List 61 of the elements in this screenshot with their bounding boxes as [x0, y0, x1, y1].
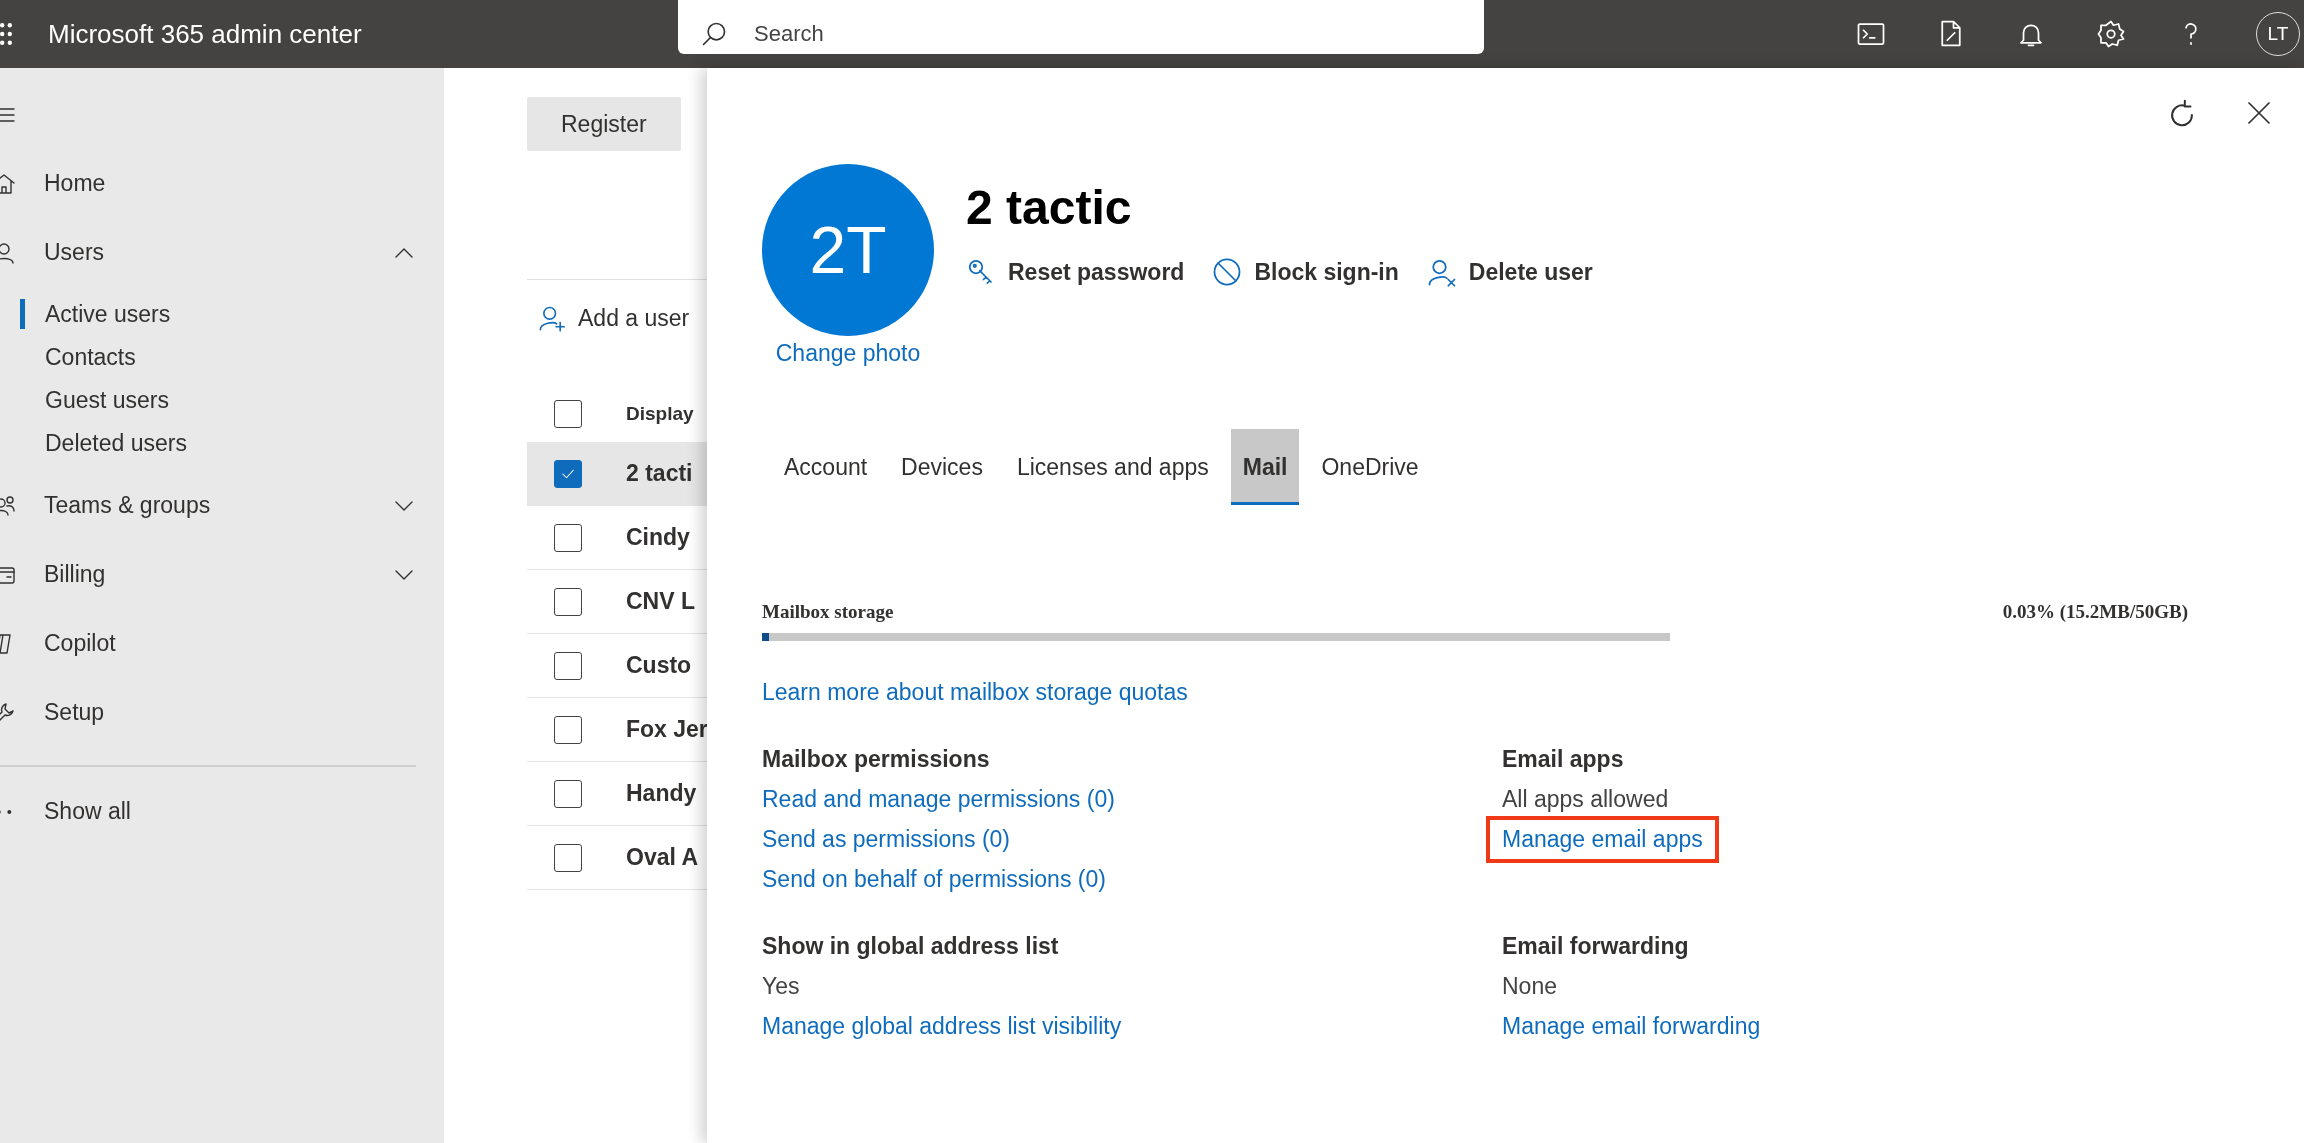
nav-item[interactable]: Setup	[0, 678, 444, 747]
tab[interactable]: Mail	[1230, 429, 1300, 505]
register-button[interactable]: Register	[527, 97, 681, 151]
row-checkbox[interactable]	[554, 587, 582, 616]
user-action-button[interactable]: Block sign-in	[1212, 257, 1399, 287]
row-checkbox[interactable]	[554, 843, 582, 872]
nav-item[interactable]: Teams & groups	[0, 471, 444, 540]
user-name: Fox Jer	[626, 716, 707, 743]
person-add-icon	[538, 304, 566, 332]
select-all-checkbox[interactable]	[554, 400, 582, 428]
user-avatar: 2T	[762, 164, 934, 336]
settings-link[interactable]: Manage email forwarding	[1486, 1003, 1777, 1050]
learn-more-link[interactable]: Learn more about mailbox storage quotas	[762, 679, 1188, 706]
section-heading: Show in global address list	[762, 933, 1059, 960]
storage-label: Mailbox storage	[762, 601, 894, 623]
nav-item[interactable]: Billing	[0, 540, 444, 609]
section-heading: Email forwarding	[1502, 933, 1689, 960]
user-action-button[interactable]: Reset password	[966, 257, 1185, 287]
row-checkbox[interactable]	[554, 523, 582, 552]
user-name: Handy	[626, 780, 697, 807]
section-value: None	[1502, 973, 1557, 1000]
settings-link[interactable]: Manage email apps	[1486, 816, 1719, 863]
tab[interactable]: Licenses and apps	[1004, 429, 1221, 505]
user-name: 2 tacti	[626, 460, 693, 487]
change-photo-link[interactable]: Change photo	[775, 340, 921, 367]
user-row[interactable]: 2 tacti	[527, 442, 707, 506]
app-title: Microsoft 365 admin center	[48, 18, 363, 50]
nav-item[interactable]: Users	[0, 218, 444, 287]
nav-subitem[interactable]: Guest users	[20, 385, 444, 415]
tab[interactable]: OneDrive	[1309, 429, 1431, 505]
user-action-button[interactable]: Delete user	[1426, 257, 1593, 287]
person-remove-icon	[1426, 257, 1457, 287]
user-name: Custo	[626, 652, 692, 679]
section-heading: Mailbox permissions	[762, 746, 990, 773]
waffle-icon	[0, 23, 12, 45]
column-header[interactable]: Display	[626, 403, 694, 425]
user-name: Cindy	[626, 524, 690, 551]
add-user-button[interactable]: Add a user	[538, 304, 690, 332]
user-display-name: 2 tactic	[966, 180, 1133, 235]
section-heading: Email apps	[1502, 746, 1624, 773]
nav-subitem[interactable]: Deleted users	[20, 428, 444, 458]
row-checkbox[interactable]	[554, 459, 582, 488]
row-checkbox[interactable]	[554, 651, 582, 680]
tab[interactable]: Account	[772, 429, 880, 505]
storage-reading: 0.03% (15.2MB/50GB)	[2002, 601, 2188, 623]
nav-item[interactable]: Home	[0, 149, 444, 218]
search-field[interactable]: Search	[678, 0, 1484, 54]
block-icon	[1212, 257, 1243, 287]
row-checkbox[interactable]	[554, 715, 582, 744]
user-name: Oval A	[626, 844, 698, 871]
user-name: CNV L	[626, 588, 695, 615]
search-icon	[700, 20, 728, 48]
row-checkbox[interactable]	[554, 779, 582, 808]
settings-link[interactable]: Manage global address list visibility	[746, 1003, 1138, 1050]
nav-item[interactable]: Copilot	[0, 609, 444, 678]
settings-icon	[2096, 19, 2126, 49]
show-all-item[interactable]: Show all	[0, 777, 444, 846]
nav-subitem[interactable]: Contacts	[20, 342, 444, 372]
section-value: Yes	[762, 973, 800, 1000]
tab[interactable]: Devices	[889, 429, 995, 505]
section-value: All apps allowed	[1502, 786, 1669, 813]
